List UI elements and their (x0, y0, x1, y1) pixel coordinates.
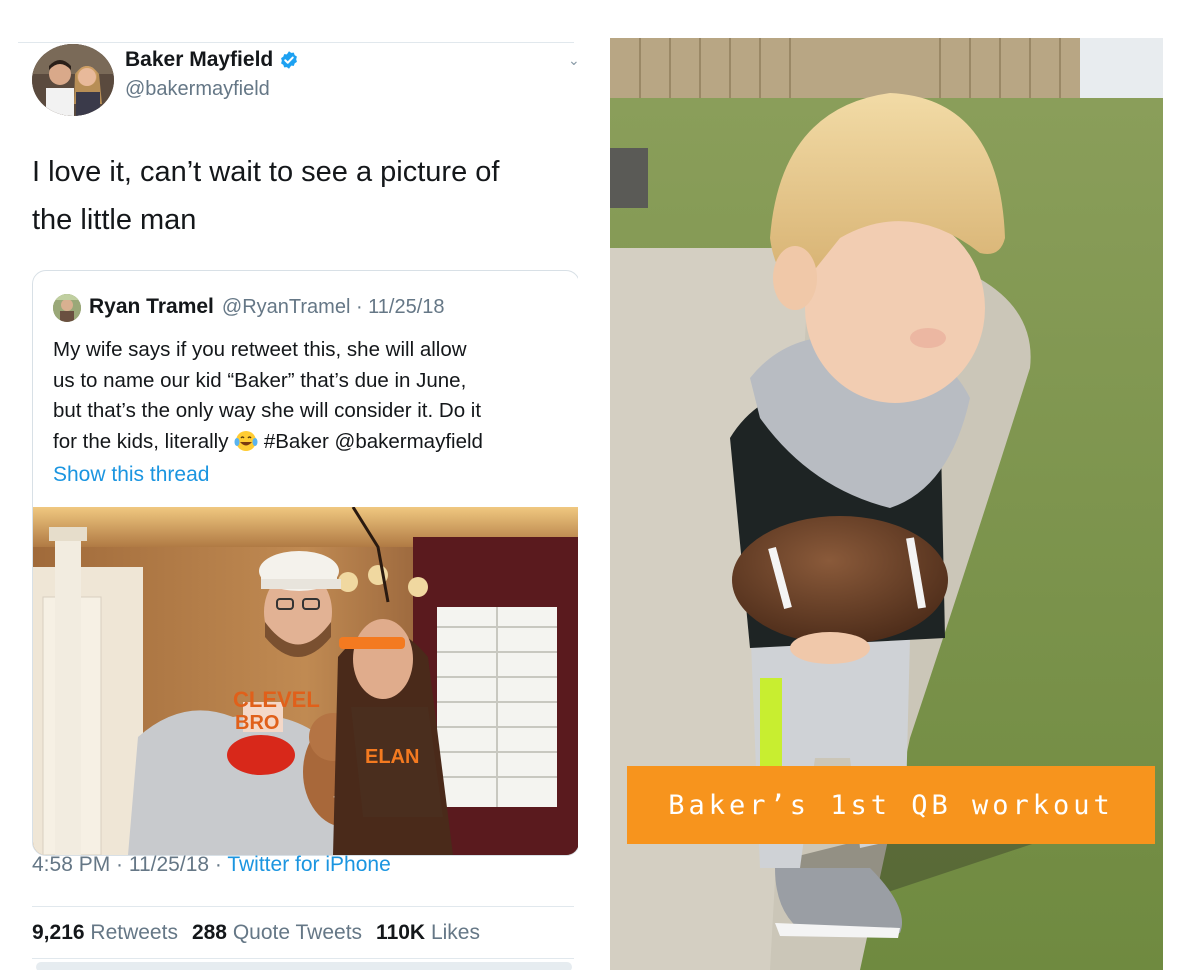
author-handle[interactable]: @bakermayfield (125, 78, 270, 101)
chevron-down-icon[interactable]: ⌄ (568, 52, 578, 69)
engagement-stats: 9,216 Retweets 288 Quote Tweets 110K Lik… (32, 921, 480, 945)
tweet-screenshot: ⌄ Baker Mayfield @bakermayfield I love i… (18, 38, 578, 970)
verified-badge-icon (281, 51, 298, 69)
quoted-handle-date: @RyanTramel · 11/25/18 (221, 296, 445, 318)
timestamp-text: 4:58 PM · 11/25/18 · (32, 853, 228, 876)
retweets-count: 9,216 (32, 921, 85, 944)
action-bar-edge (36, 962, 572, 970)
quoted-text-line: us to name our kid “Baker” that’s due in… (53, 368, 467, 392)
caption-text: Baker’s 1st QB workout (668, 789, 1114, 821)
quote-tweets-stat[interactable]: 288 Quote Tweets (192, 921, 362, 945)
divider (32, 906, 574, 907)
quoted-text-segment: #Baker @bakermayfield (263, 429, 483, 453)
quoted-tweet-photo[interactable]: CLEVEL BRO ELAN (33, 507, 578, 855)
show-thread-link[interactable]: Show this thread (53, 463, 209, 487)
caption-box: Baker’s 1st QB workout (627, 766, 1155, 844)
tweet-text: I love it, can’t wait to see a picture o… (32, 148, 572, 244)
source-link[interactable]: Twitter for iPhone (227, 853, 390, 876)
likes-count: 110K (376, 921, 426, 944)
quoted-author-name[interactable]: Ryan Tramel (89, 295, 214, 319)
retweets-stat[interactable]: 9,216 Retweets (32, 921, 178, 945)
svg-text:CLEVEL: CLEVEL (233, 687, 320, 712)
toddler-photo: Baker’s 1st QB workout (610, 38, 1163, 970)
tweet-timestamp: 4:58 PM · 11/25/18 · Twitter for iPhone (32, 853, 391, 877)
avatar[interactable] (32, 44, 114, 116)
tweet-text-line: the little man (32, 204, 197, 236)
tweet-text-line: I love it, can’t wait to see a picture o… (32, 156, 500, 188)
quoted-text-line: My wife says if you retweet this, she wi… (53, 338, 467, 361)
quoted-text-line: for the kids, literally #Baker @bakermay… (53, 427, 575, 458)
quoted-tweet-card[interactable]: Ryan Tramel @RyanTramel · 11/25/18 My wi… (32, 270, 578, 856)
svg-text:BRO: BRO (235, 712, 279, 734)
svg-text:ELAN: ELAN (365, 746, 419, 768)
likes-label: Likes (430, 921, 480, 944)
likes-stat[interactable]: 110K Likes (376, 921, 480, 945)
quoted-text-line: but that’s the only way she will conside… (53, 399, 482, 422)
quoted-author-avatar[interactable] (53, 294, 81, 322)
quoted-tweet-text: My wife says if you retweet this, she wi… (53, 335, 575, 457)
quote-tweets-count: 288 (191, 921, 227, 944)
author-display-name[interactable]: Baker Mayfield (125, 48, 273, 72)
quote-tweets-label: Quote Tweets (232, 921, 363, 944)
divider (32, 958, 574, 959)
tears-of-joy-emoji-icon (234, 430, 258, 451)
retweets-label: Retweets (90, 921, 178, 944)
divider (18, 42, 574, 43)
quoted-text-segment: for the kids, literally (53, 429, 229, 453)
